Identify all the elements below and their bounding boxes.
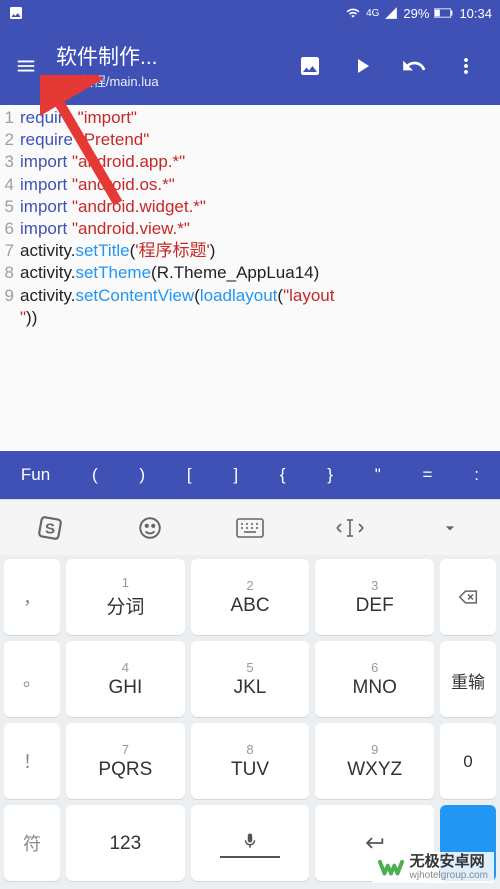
key-123[interactable]: 123: [66, 805, 185, 881]
battery-icon: [434, 7, 454, 19]
collapse-button[interactable]: [434, 512, 466, 544]
watermark: 无极安卓网 wjhotelgroup.com: [372, 852, 494, 884]
key-mno[interactable]: 6MNO: [315, 641, 434, 717]
key-分词[interactable]: 1分词: [66, 559, 185, 635]
cursor-button[interactable]: [334, 512, 366, 544]
key-punct[interactable]: 符: [4, 805, 60, 881]
code-line: import "android.os.*": [20, 174, 500, 196]
watermark-url: wjhotelgroup.com: [410, 870, 488, 881]
symbol-colon[interactable]: :: [474, 465, 479, 485]
code-line: import "android.app.*": [20, 151, 500, 173]
key-jkl[interactable]: 5JKL: [191, 641, 310, 717]
undo-button[interactable]: [400, 52, 428, 80]
image-button[interactable]: [296, 52, 324, 80]
code-line: ")): [20, 307, 500, 329]
key-def[interactable]: 3DEF: [315, 559, 434, 635]
run-button[interactable]: [348, 52, 376, 80]
app-subtitle: ...作教程/main.lua: [56, 71, 296, 90]
ime-toolbar: S: [0, 499, 500, 555]
overflow-button[interactable]: [452, 52, 480, 80]
symbol-lbracket[interactable]: [: [187, 465, 192, 485]
chevron-down-icon: [440, 518, 460, 538]
code-line: activity.setTitle('程序标题'): [20, 240, 500, 262]
play-icon: [350, 54, 374, 78]
key-backspace[interactable]: [440, 559, 496, 635]
symbol-rparen[interactable]: ): [139, 465, 145, 485]
emoji-icon: [137, 515, 163, 541]
status-bar: 4G 29% 10:34: [0, 0, 500, 26]
key-punct[interactable]: ，: [4, 559, 60, 635]
backspace-icon: [454, 587, 482, 607]
wifi-icon: [345, 6, 361, 20]
symbol-bar: Fun ( ) [ ] { } " = :: [0, 451, 500, 499]
line-gutter: 123456789: [0, 105, 16, 451]
menu-button[interactable]: [8, 48, 44, 84]
key-punct[interactable]: 。: [4, 641, 60, 717]
app-bar: 软件制作... ...作教程/main.lua: [0, 26, 500, 105]
symbol-lbrace[interactable]: {: [280, 465, 286, 485]
watermark-logo-icon: [378, 854, 404, 880]
network-label: 4G: [366, 8, 379, 19]
symbol-equals[interactable]: =: [423, 465, 433, 485]
code-editor[interactable]: 123456789 require "import"require "Prete…: [0, 105, 500, 451]
cursor-move-icon: [335, 517, 365, 539]
battery-percent: 29%: [403, 6, 429, 21]
key-wxyz[interactable]: 9WXYZ: [315, 723, 434, 799]
key-重输[interactable]: 重输: [440, 641, 496, 717]
key-punct[interactable]: ！: [4, 723, 60, 799]
symbol-quote[interactable]: ": [375, 465, 381, 485]
symbol-fun[interactable]: Fun: [21, 465, 50, 485]
app-title: 软件制作...: [56, 41, 296, 71]
ime-logo-button[interactable]: S: [34, 512, 66, 544]
sogou-icon: S: [37, 515, 63, 541]
key-ghi[interactable]: 4GHI: [66, 641, 185, 717]
symbol-lparen[interactable]: (: [92, 465, 98, 485]
key-pqrs[interactable]: 7PQRS: [66, 723, 185, 799]
symbol-rbrace[interactable]: }: [327, 465, 333, 485]
more-icon: [454, 54, 478, 78]
undo-icon: [401, 53, 427, 79]
keyboard: ，1分词2ABC3DEF 。4GHI5JKL6MNO重输 ！7PQRS8TUV9WX…: [0, 555, 500, 889]
image-icon: [298, 54, 322, 78]
picture-icon: [8, 5, 24, 21]
code-line: import "android.widget.*": [20, 196, 500, 218]
mic-icon: [241, 829, 259, 853]
code-line: activity.setContentView(loadlayout("layo…: [20, 285, 500, 307]
keyboard-switch-button[interactable]: [234, 512, 266, 544]
key-abc[interactable]: 2ABC: [191, 559, 310, 635]
code-line: import "android.view.*": [20, 218, 500, 240]
code-area[interactable]: require "import"require "Pretend"import …: [16, 105, 500, 451]
symbol-rbracket[interactable]: ]: [233, 465, 238, 485]
key-space[interactable]: [191, 805, 310, 881]
svg-text:S: S: [45, 520, 55, 537]
signal-icon: [384, 6, 398, 20]
clock: 10:34: [459, 6, 492, 21]
key-0[interactable]: 0: [440, 723, 496, 799]
emoji-button[interactable]: [134, 512, 166, 544]
code-line: activity.setTheme(R.Theme_AppLua14): [20, 262, 500, 284]
title-block: 软件制作... ...作教程/main.lua: [56, 41, 296, 90]
hamburger-icon: [15, 55, 37, 77]
code-line: require "import": [20, 107, 500, 129]
keyboard-icon: [236, 518, 264, 538]
key-tuv[interactable]: 8TUV: [191, 723, 310, 799]
watermark-title: 无极安卓网: [410, 854, 488, 871]
code-line: require "Pretend": [20, 129, 500, 151]
